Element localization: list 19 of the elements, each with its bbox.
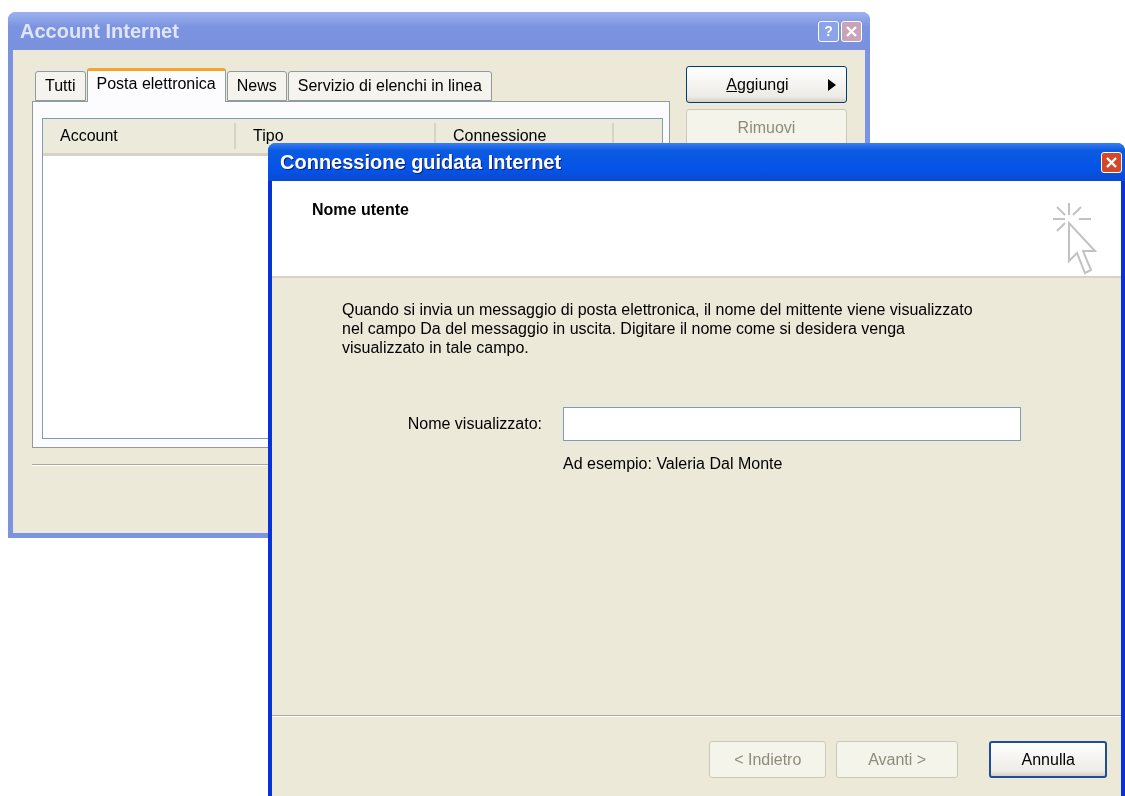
wizard-button[interactable]: Annulla — [989, 741, 1107, 778]
tab[interactable]: Tutti — [35, 71, 86, 101]
arrow-icon — [828, 78, 836, 91]
tab[interactable]: News — [226, 71, 287, 101]
side-button[interactable]: Aggiungi — [686, 66, 847, 103]
window-title: Account Internet — [20, 19, 180, 43]
field-label: Nome visualizzato: — [406, 415, 542, 433]
input-field[interactable] — [563, 407, 1021, 441]
description-text: Quando si invia un messaggio di posta elettronica, il nome del mittente viene visualizzato nel campo Da del messaggio in uscita. Digitare il nome come si desidera venga visualizzato in tale campo. — [342, 300, 974, 357]
example-text: Ad esempio: Valeria Dal Monte — [563, 455, 784, 473]
page-title: Nome utente — [312, 201, 409, 220]
close-icon — [1106, 156, 1117, 168]
close-button[interactable] — [1101, 151, 1122, 173]
tab[interactable]: Posta elettronica — [86, 68, 226, 102]
column-header[interactable]: Account — [43, 123, 236, 149]
close-icon — [846, 25, 857, 37]
window-title: Connessione guidata Internet — [280, 150, 563, 174]
close-button[interactable] — [841, 20, 862, 42]
tab[interactable]: Servizio di elenchi in linea — [287, 71, 492, 101]
